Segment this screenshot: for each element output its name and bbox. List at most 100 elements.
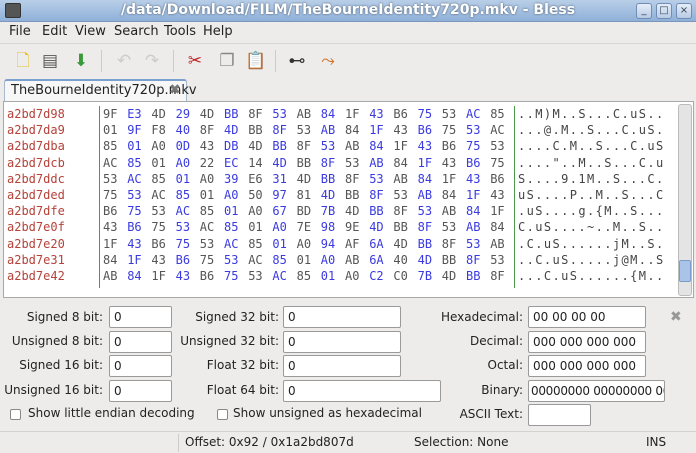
ascii-text-field[interactable] bbox=[528, 404, 591, 426]
hex-byte[interactable]: 84 bbox=[321, 106, 335, 122]
hex-byte[interactable]: 85 bbox=[490, 106, 504, 122]
open-icon[interactable]: ▤ bbox=[38, 49, 62, 73]
close-window-button[interactable]: × bbox=[676, 3, 692, 19]
hex-byte[interactable]: 9F bbox=[103, 106, 117, 122]
hex-view[interactable]: a2bd7d989FE34D294DBB8F53AB841F43B67553AC… bbox=[3, 101, 694, 298]
hex-byte[interactable]: AC bbox=[151, 187, 165, 203]
hex-byte[interactable]: 8F bbox=[369, 187, 383, 203]
hex-byte[interactable]: 40 bbox=[393, 252, 407, 268]
hex-byte[interactable]: AB bbox=[490, 236, 504, 252]
hex-byte[interactable]: 53 bbox=[224, 252, 238, 268]
decimal-field[interactable]: 000 000 000 000 bbox=[528, 331, 646, 353]
hex-byte[interactable]: 01 bbox=[151, 155, 165, 171]
hex-byte[interactable]: 1F bbox=[418, 155, 432, 171]
hex-byte[interactable]: BB bbox=[321, 171, 335, 187]
hex-row[interactable]: a2bd7dfeB67553AC8501A067BD7B4DBB8F53AB84… bbox=[4, 203, 674, 219]
hex-byte[interactable]: A0 bbox=[297, 236, 311, 252]
maximize-button[interactable]: □ bbox=[656, 3, 672, 19]
hex-byte[interactable]: 85 bbox=[103, 138, 117, 154]
hex-byte[interactable]: B6 bbox=[466, 155, 480, 171]
hex-byte[interactable]: AC bbox=[176, 203, 190, 219]
hex-byte[interactable]: AC bbox=[272, 268, 286, 284]
hex-byte[interactable]: A0 bbox=[272, 219, 286, 235]
hex-byte[interactable]: 8F bbox=[442, 236, 456, 252]
hex-byte[interactable]: 01 bbox=[321, 268, 335, 284]
hex-byte[interactable]: 8F bbox=[393, 203, 407, 219]
binary-field[interactable]: 00000000 00000000 00 bbox=[528, 380, 665, 402]
hex-byte[interactable]: BD bbox=[297, 203, 311, 219]
ascii-text[interactable]: uS....P..M..S...C bbox=[518, 187, 665, 203]
octal-field[interactable]: 000 000 000 000 bbox=[528, 355, 646, 377]
hex-byte[interactable]: 01 bbox=[200, 187, 214, 203]
hex-byte[interactable]: AC bbox=[490, 122, 504, 138]
hex-byte[interactable]: 4D bbox=[200, 106, 214, 122]
hex-byte[interactable]: 84 bbox=[442, 187, 456, 203]
hex-byte[interactable]: 4D bbox=[345, 203, 359, 219]
hex-row[interactable]: a2bd7ded7553AC8501A05097814DBB8F53AB841F… bbox=[4, 187, 674, 203]
hex-byte[interactable]: 4D bbox=[321, 187, 335, 203]
hex-byte[interactable]: 85 bbox=[248, 236, 262, 252]
hex-byte[interactable]: A0 bbox=[176, 155, 190, 171]
hex-byte[interactable]: AC bbox=[103, 155, 117, 171]
hex-byte[interactable]: A0 bbox=[151, 138, 165, 154]
hex-byte[interactable]: AC bbox=[224, 236, 238, 252]
hex-byte[interactable]: 4D bbox=[393, 236, 407, 252]
hex-byte[interactable]: 43 bbox=[200, 138, 214, 154]
ascii-text[interactable]: ..M)M..S...C.uS.. bbox=[518, 106, 665, 122]
hex-byte[interactable]: 53 bbox=[466, 236, 480, 252]
hex-byte[interactable]: 01 bbox=[176, 171, 190, 187]
hex-byte[interactable]: AB bbox=[345, 252, 359, 268]
hex-byte[interactable]: 81 bbox=[297, 187, 311, 203]
hex-byte[interactable]: 84 bbox=[127, 268, 141, 284]
hex-byte[interactable]: BB bbox=[466, 268, 480, 284]
redo-icon[interactable]: ↷ bbox=[140, 49, 164, 73]
hex-byte[interactable]: AB bbox=[103, 268, 117, 284]
hex-byte[interactable]: F8 bbox=[151, 122, 165, 138]
hex-row[interactable]: a2bd7dba8501A00D43DB4DBB8F53AB841F43B675… bbox=[4, 138, 674, 154]
hex-byte[interactable]: 8F bbox=[272, 122, 286, 138]
hex-byte[interactable]: 4D bbox=[297, 171, 311, 187]
hex-byte[interactable]: 4D bbox=[248, 138, 262, 154]
hex-byte[interactable]: 8F bbox=[321, 155, 335, 171]
hex-byte[interactable]: 8F bbox=[490, 268, 504, 284]
hex-byte[interactable]: 1F bbox=[442, 171, 456, 187]
hex-byte[interactable]: BB bbox=[442, 252, 456, 268]
hex-byte[interactable]: 01 bbox=[224, 203, 238, 219]
hex-byte[interactable]: 85 bbox=[272, 252, 286, 268]
hex-byte[interactable]: AB bbox=[393, 171, 407, 187]
hex-byte[interactable]: 94 bbox=[321, 236, 335, 252]
signed-32-field[interactable]: 0 bbox=[283, 306, 401, 328]
hex-byte[interactable]: 1F bbox=[103, 236, 117, 252]
hex-byte[interactable]: BB bbox=[345, 187, 359, 203]
hex-row[interactable]: a2bd7e0f43B67553AC8501A07E989E4DBB8F53AB… bbox=[4, 219, 674, 235]
scrollbar-thumb[interactable] bbox=[679, 260, 691, 282]
hex-byte[interactable]: 53 bbox=[393, 187, 407, 203]
hex-byte[interactable]: 53 bbox=[466, 122, 480, 138]
hex-byte[interactable]: 75 bbox=[224, 268, 238, 284]
hex-byte[interactable]: 1F bbox=[393, 138, 407, 154]
unsigned-32-field[interactable]: 0 bbox=[283, 331, 401, 353]
hex-byte[interactable]: 7B bbox=[418, 268, 432, 284]
hex-byte[interactable]: 01 bbox=[272, 236, 286, 252]
tab-close-icon[interactable]: ✖ bbox=[169, 82, 181, 98]
tab-file[interactable]: TheBourneIdentity720p.mkv ✖ bbox=[4, 79, 187, 102]
hex-byte[interactable]: 8F bbox=[466, 252, 480, 268]
ascii-text[interactable]: C.uS....~..M..S.. bbox=[518, 219, 665, 235]
hex-byte[interactable]: 01 bbox=[248, 219, 262, 235]
hex-byte[interactable]: B6 bbox=[393, 106, 407, 122]
hex-byte[interactable]: 53 bbox=[151, 203, 165, 219]
hex-byte[interactable]: AB bbox=[321, 122, 335, 138]
hex-byte[interactable]: 53 bbox=[103, 171, 117, 187]
hex-byte[interactable]: AC bbox=[127, 171, 141, 187]
hex-byte[interactable]: 01 bbox=[297, 252, 311, 268]
hex-byte[interactable]: A0 bbox=[321, 252, 335, 268]
hex-byte[interactable]: 84 bbox=[466, 203, 480, 219]
menu-view[interactable]: View bbox=[75, 24, 106, 39]
hex-byte[interactable]: B6 bbox=[151, 236, 165, 252]
hex-row[interactable]: a2bd7e201F43B67553AC8501A094AF6A4DBB8F53… bbox=[4, 236, 674, 252]
hex-byte[interactable]: 6A bbox=[369, 252, 383, 268]
hex-byte[interactable]: 75 bbox=[176, 236, 190, 252]
hex-byte[interactable]: 43 bbox=[490, 187, 504, 203]
hex-byte[interactable]: 53 bbox=[321, 138, 335, 154]
hex-byte[interactable]: 85 bbox=[127, 155, 141, 171]
